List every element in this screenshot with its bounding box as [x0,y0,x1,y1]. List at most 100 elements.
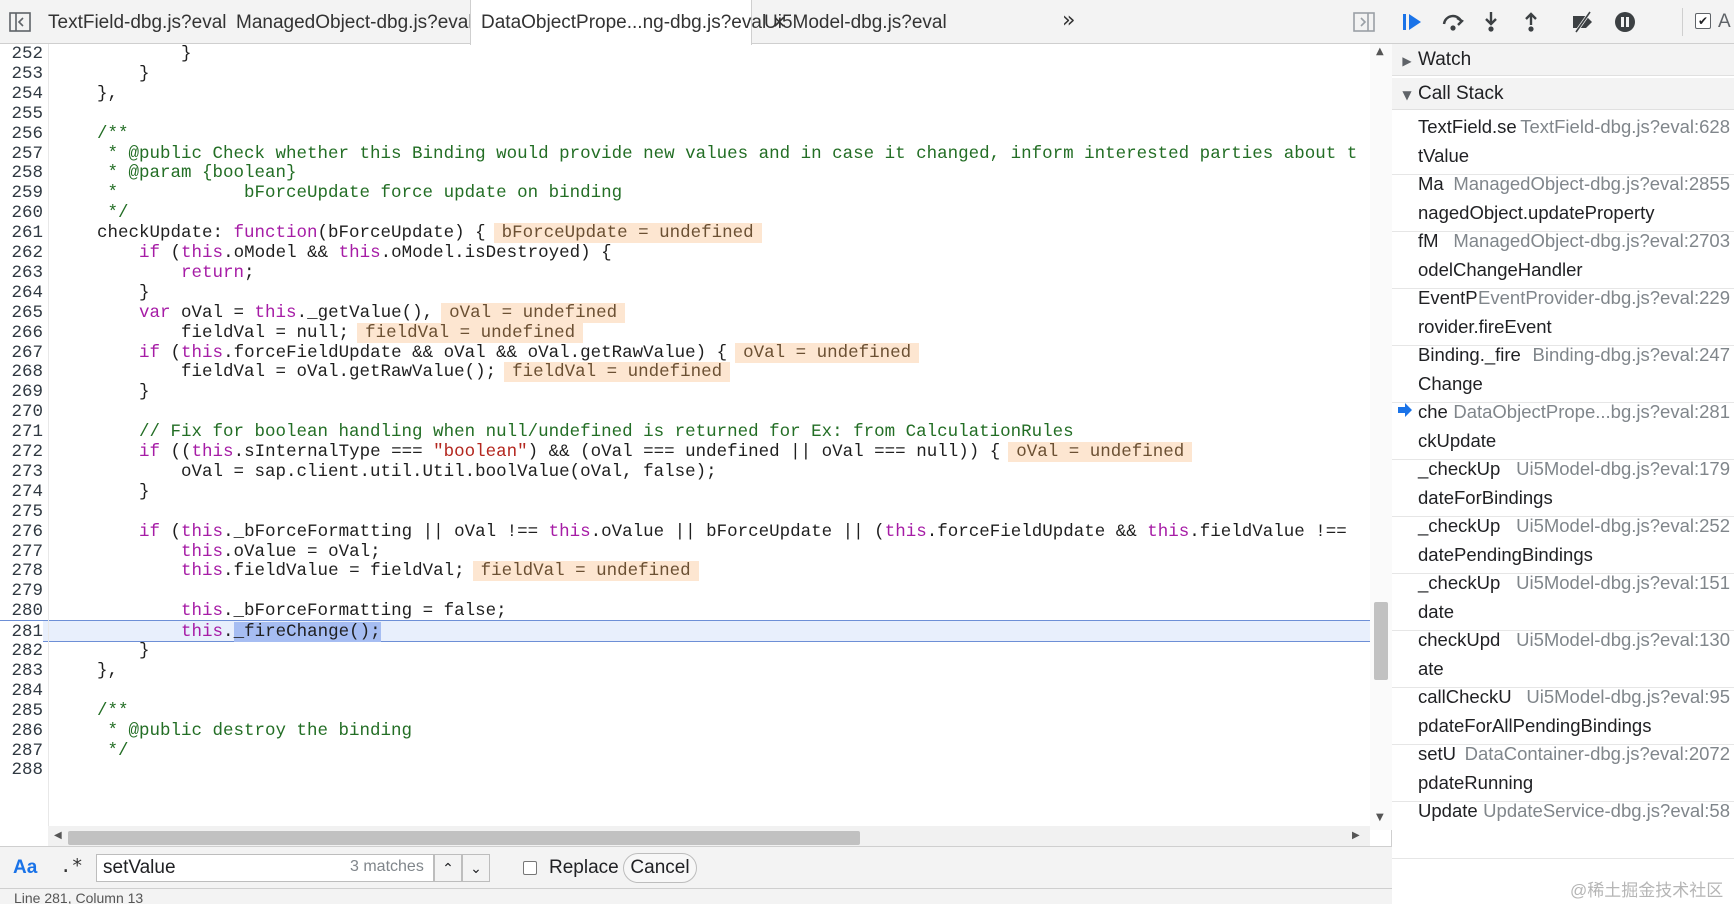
line-number[interactable]: 286 [0,720,43,742]
frame-location[interactable]: Ui5Model-dbg.js?eval:151 [1516,572,1730,594]
line-number[interactable]: 269 [0,381,43,403]
scroll-right-icon[interactable]: ▶ [1352,830,1360,841]
line-number[interactable]: 273 [0,461,43,483]
line-number[interactable]: 282 [0,640,43,662]
call-frame[interactable]: callCheckU Ui5Model-dbg.js?eval:95 pdateFo… [1392,682,1734,745]
code-line[interactable]: 272 if ((this.sInternalType === "boolean… [0,441,1370,463]
line-number[interactable]: 277 [0,541,43,563]
code-line[interactable]: 286 * @public destroy the binding [0,720,1370,742]
line-number[interactable]: 270 [0,401,43,423]
tab-1[interactable]: ManagedObject-dbg.js?eval [226,0,473,44]
code-line[interactable]: 257 * @public Check whether this Binding… [0,143,1370,165]
line-number[interactable]: 284 [0,680,43,702]
scroll-down-icon[interactable]: ▼ [1376,812,1384,823]
code-line[interactable]: 280 this._bForceFormatting = false; [0,600,1370,622]
frame-location[interactable]: ManagedObject-dbg.js?eval:2703 [1453,230,1730,252]
frame-location[interactable]: EventProvider-dbg.js?eval:229 [1478,287,1730,309]
tab-3[interactable]: Ui5Model-dbg.js?eval [754,0,954,44]
code-line[interactable]: 254 }, [0,83,1370,105]
call-frame[interactable]: TextField.se TextField-dbg.js?eval:628 tVa… [1392,112,1734,175]
line-number[interactable]: 253 [0,63,43,85]
line-number[interactable]: 276 [0,521,43,543]
line-number[interactable]: 262 [0,242,43,264]
line-number[interactable]: 263 [0,262,43,284]
horizontal-scroll-thumb[interactable] [68,831,860,845]
frame-location[interactable]: TextField-dbg.js?eval:628 [1520,116,1730,138]
code-line[interactable]: 273 oVal = sap.client.util.Util.boolValu… [0,461,1370,483]
call-frame[interactable]: _checkUp Ui5Model-dbg.js?eval:252 datePend… [1392,511,1734,574]
code-line[interactable]: 267 if (this.forceFieldUpdate && oVal &&… [0,342,1370,364]
cancel-button[interactable]: Cancel [623,853,697,883]
frame-location[interactable]: UpdateService-dbg.js?eval:58 [1483,800,1730,822]
frame-location[interactable]: DataContainer-dbg.js?eval:2072 [1465,743,1730,765]
match-case-button[interactable]: Aa [13,857,37,879]
regex-button[interactable]: .* [60,855,83,877]
code-line[interactable]: 262 if (this.oModel && this.oModel.isDes… [0,242,1370,264]
deactivate-breakpoints-icon[interactable] [1570,9,1596,35]
code-line[interactable]: 253 } [0,63,1370,85]
line-number[interactable]: 287 [0,740,43,762]
code-line[interactable]: 284 [0,680,1370,702]
frame-location[interactable]: Ui5Model-dbg.js?eval:179 [1516,458,1730,480]
code-line[interactable]: 282 } [0,640,1370,662]
vertical-scroll-thumb[interactable] [1374,602,1388,680]
code-line[interactable]: 265 var oVal = this._getValue(), oVal = u… [0,302,1370,324]
code-line[interactable]: 261 checkUpdate: function(bForceUpdate) … [0,222,1370,244]
line-number[interactable]: 271 [0,421,43,443]
call-frame[interactable]: _checkUp Ui5Model-dbg.js?eval:179 dateForB… [1392,454,1734,517]
frame-location[interactable]: Ui5Model-dbg.js?eval:130 [1516,629,1730,651]
code-line[interactable]: 277 this.oValue = oVal; [0,541,1370,563]
toggle-navigator-icon[interactable] [8,10,32,34]
code-line[interactable]: 269 } [0,381,1370,403]
code-line[interactable]: 283 }, [0,660,1370,682]
call-frame[interactable]: EventP EventProvider-dbg.js?eval:229 rovid… [1392,283,1734,346]
frame-location[interactable]: ManagedObject-dbg.js?eval:2855 [1453,173,1730,195]
code-line[interactable]: 264 } [0,282,1370,304]
call-frame[interactable]: checkUpd Ui5Model-dbg.js?eval:130 ate [1392,625,1734,688]
call-frame[interactable]: setU DataContainer-dbg.js?eval:2072 pdateR… [1392,739,1734,802]
line-number[interactable]: 268 [0,361,43,383]
step-out-icon[interactable] [1518,9,1544,35]
toggle-debugger-icon[interactable] [1352,10,1376,34]
code-line[interactable]: 268 fieldVal = oVal.getRawValue(); fieldV… [0,361,1370,383]
pause-on-caught-checkbox[interactable]: ✔ [1695,13,1711,29]
code-line[interactable]: 255 [0,103,1370,125]
code-editor[interactable]: 252 } 253 } 254 }, 255 256 /** 257 * @public … [0,44,1392,830]
code-line[interactable]: 271 // Fix for boolean handling when nul… [0,421,1370,443]
line-number[interactable]: 272 [0,441,43,463]
frame-location[interactable]: Binding-dbg.js?eval:247 [1533,344,1730,366]
code-line[interactable]: 287 */ [0,740,1370,762]
code-line[interactable]: 275 [0,501,1370,523]
code-line[interactable]: 288 [0,759,1370,781]
code-line[interactable]: 263 return; [0,262,1370,284]
replace-checkbox[interactable] [523,861,537,875]
line-number[interactable]: 280 [0,600,43,622]
line-number[interactable]: 279 [0,580,43,602]
line-number[interactable]: 261 [0,222,43,244]
call-frame[interactable]: che DataObjectPrope...bg.js?eval:281 ckUpd… [1392,397,1734,460]
line-number[interactable]: 267 [0,342,43,364]
step-into-icon[interactable] [1478,9,1504,35]
line-number[interactable]: 255 [0,103,43,125]
code-line[interactable]: 270 [0,401,1370,423]
line-number[interactable]: 252 [0,44,43,65]
line-number[interactable]: 283 [0,660,43,682]
code-line[interactable]: 256 /** [0,123,1370,145]
line-number[interactable]: 257 [0,143,43,165]
line-number[interactable]: 285 [0,700,43,722]
vertical-scrollbar[interactable] [1370,44,1392,830]
frame-location[interactable]: Ui5Model-dbg.js?eval:252 [1516,515,1730,537]
line-number[interactable]: 265 [0,302,43,324]
call-frame[interactable]: fM ManagedObject-dbg.js?eval:2703 odelChan… [1392,226,1734,289]
code-line[interactable]: 252 } [0,44,1370,65]
pause-on-exceptions-icon[interactable] [1612,9,1638,35]
frame-location[interactable]: DataObjectPrope...bg.js?eval:281 [1453,401,1730,423]
next-match-button[interactable]: ⌄ [462,854,490,882]
line-number[interactable]: 275 [0,501,43,523]
line-number[interactable]: 260 [0,202,43,224]
line-number[interactable]: 288 [0,759,43,781]
scroll-up-icon[interactable]: ▲ [1376,46,1384,57]
line-number[interactable]: 266 [0,322,43,344]
line-number[interactable]: 278 [0,560,43,582]
code-line[interactable]: 285 /** [0,700,1370,722]
